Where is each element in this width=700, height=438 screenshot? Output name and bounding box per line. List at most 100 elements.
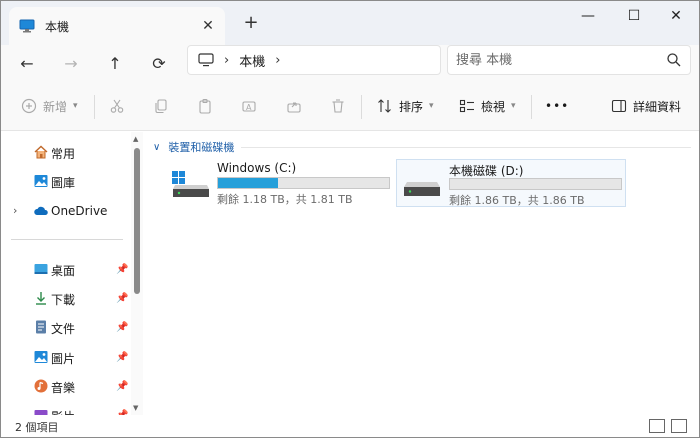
drive-space-text: 剩餘 1.18 TB，共 1.81 TB xyxy=(217,193,353,206)
drive-usage-bar xyxy=(217,177,390,189)
sidebar-item-label: 下載 xyxy=(51,293,76,307)
command-bar: 新增 ▾ A 排序 ▾ 檢視 ▾ ••• 詳細資料 xyxy=(1,83,699,131)
view-label: 檢視 xyxy=(481,99,506,114)
search-input[interactable] xyxy=(456,51,656,69)
sidebar-item-pictures[interactable]: 圖片 📌 xyxy=(1,344,131,370)
search-icon[interactable] xyxy=(666,52,682,68)
sidebar-item-downloads[interactable]: 下載 📌 xyxy=(1,285,131,311)
pin-icon[interactable]: 📌 xyxy=(116,293,128,304)
minimize-button[interactable]: — xyxy=(565,1,611,31)
chevron-down-icon: ▾ xyxy=(73,101,78,111)
chevron-down-icon: ▾ xyxy=(429,101,434,111)
sidebar-item-label: 影片 xyxy=(51,408,75,415)
navigation-bar: ← → ↑ ⟳ › 本機 › xyxy=(1,45,699,83)
details-pane-button[interactable]: 詳細資料 xyxy=(611,93,681,119)
delete-button[interactable] xyxy=(330,93,346,119)
sidebar-divider xyxy=(11,239,123,240)
download-icon xyxy=(36,292,46,305)
details-pane-icon xyxy=(611,99,627,113)
scroll-down-icon[interactable]: ▼ xyxy=(133,404,138,412)
search-box[interactable] xyxy=(447,45,691,75)
share-button[interactable] xyxy=(286,93,302,119)
paste-button[interactable] xyxy=(197,93,213,119)
scissors-icon xyxy=(110,99,124,113)
drive-usage-bar xyxy=(449,178,622,190)
sidebar-item-gallery[interactable]: 圖庫 xyxy=(1,168,131,194)
sidebar-item-music[interactable]: 音樂 📌 xyxy=(1,373,131,399)
divider xyxy=(361,95,362,119)
close-button[interactable]: ✕ xyxy=(653,1,699,31)
breadcrumb-this-pc[interactable]: 本機 xyxy=(239,51,265,70)
sidebar-item-onedrive[interactable]: › OneDrive xyxy=(1,198,131,224)
rename-button[interactable]: A xyxy=(241,93,257,119)
details-view-icon[interactable] xyxy=(649,419,665,433)
desktop-icon xyxy=(34,264,48,274)
svg-text:A: A xyxy=(246,103,252,112)
refresh-button[interactable]: ⟳ xyxy=(145,49,173,77)
tab-title: 本機 xyxy=(45,19,70,34)
pin-icon[interactable]: 📌 xyxy=(116,322,128,333)
new-button[interactable]: 新增 ▾ xyxy=(21,93,78,119)
status-bar: 2 個項目 xyxy=(1,415,699,437)
pin-icon[interactable]: 📌 xyxy=(116,264,128,275)
drive-item-c[interactable]: Windows (C:) 剩餘 1.18 TB，共 1.81 TB xyxy=(165,159,395,207)
windows-drive-icon xyxy=(172,171,209,197)
hard-drive-icon xyxy=(404,182,440,196)
trash-icon xyxy=(332,99,344,113)
sort-icon xyxy=(378,99,391,113)
pin-icon[interactable]: 📌 xyxy=(116,381,128,392)
sidebar-item-label: 圖片 xyxy=(51,352,76,366)
monitor-icon xyxy=(198,53,214,67)
share-icon xyxy=(287,102,301,113)
chevron-down-icon: ▾ xyxy=(511,101,516,111)
group-header-devices[interactable]: ∨ 裝置和磁碟機 xyxy=(153,139,234,155)
new-label: 新增 xyxy=(43,99,68,114)
breadcrumb-separator[interactable]: › xyxy=(224,53,229,68)
address-bar[interactable]: › 本機 › xyxy=(187,45,441,75)
drive-space-text: 剩餘 1.86 TB，共 1.86 TB xyxy=(449,194,585,207)
clipboard-icon xyxy=(199,98,211,114)
maximize-button[interactable]: ☐ xyxy=(611,1,657,31)
group-title: 裝置和磁碟機 xyxy=(168,141,235,154)
details-label: 詳細資料 xyxy=(633,99,682,114)
sidebar-item-desktop[interactable]: 桌面 📌 xyxy=(1,256,131,282)
tab-close-icon[interactable]: ✕ xyxy=(199,17,217,35)
monitor-icon xyxy=(19,19,35,33)
sidebar-item-label: 桌面 xyxy=(51,264,76,278)
back-button[interactable]: ← xyxy=(13,49,41,77)
pin-icon[interactable]: 📌 xyxy=(116,352,128,363)
forward-button[interactable]: → xyxy=(57,49,85,77)
sidebar-item-home[interactable]: 常用 xyxy=(1,139,131,165)
drive-item-d[interactable]: 本機磁碟 (D:) 剩餘 1.86 TB，共 1.86 TB xyxy=(396,159,626,207)
chevron-down-icon[interactable]: ∨ xyxy=(153,142,160,153)
more-options-button[interactable]: ••• xyxy=(545,93,569,119)
sidebar-scrollbar[interactable]: ▲ ▼ xyxy=(131,132,143,415)
scroll-up-icon[interactable]: ▲ xyxy=(133,135,138,143)
drive-usage-fill xyxy=(218,178,278,188)
view-list-icon xyxy=(459,99,474,113)
copy-icon xyxy=(155,99,167,114)
breadcrumb-chevron-icon[interactable]: › xyxy=(275,53,280,68)
title-bar: 本機 ✕ + — ☐ ✕ xyxy=(1,1,699,45)
drive-name: Windows (C:) xyxy=(217,161,297,175)
add-circle-icon xyxy=(21,98,37,114)
sidebar-item-videos[interactable]: 影片 📌 xyxy=(1,402,131,415)
sort-label: 排序 xyxy=(399,99,424,114)
sidebar-item-documents[interactable]: 文件 📌 xyxy=(1,314,131,340)
group-divider xyxy=(241,147,691,148)
file-explorer-window: 本機 ✕ + — ☐ ✕ ← → ↑ ⟳ › 本機 › 搜尋 本機 新增 ▾ A… xyxy=(0,0,700,438)
up-button[interactable]: ↑ xyxy=(101,49,129,77)
content-area: ∨ 裝置和磁碟機 Windows (C:) 剩餘 1.18 TB，共 1.81 … xyxy=(145,132,699,415)
large-icons-view-icon[interactable] xyxy=(671,419,687,433)
tab-this-pc[interactable]: 本機 ✕ xyxy=(9,7,225,45)
expand-chevron-icon[interactable]: › xyxy=(13,204,17,217)
scroll-thumb[interactable] xyxy=(134,148,140,294)
view-button[interactable]: 檢視 ▾ xyxy=(459,93,516,119)
music-icon xyxy=(34,379,48,393)
copy-button[interactable] xyxy=(153,93,169,119)
cut-button[interactable] xyxy=(109,93,125,119)
sidebar-item-label: OneDrive xyxy=(51,204,108,218)
sort-button[interactable]: 排序 ▾ xyxy=(377,93,434,119)
pictures-icon xyxy=(34,351,48,363)
new-tab-button[interactable]: + xyxy=(241,13,261,33)
